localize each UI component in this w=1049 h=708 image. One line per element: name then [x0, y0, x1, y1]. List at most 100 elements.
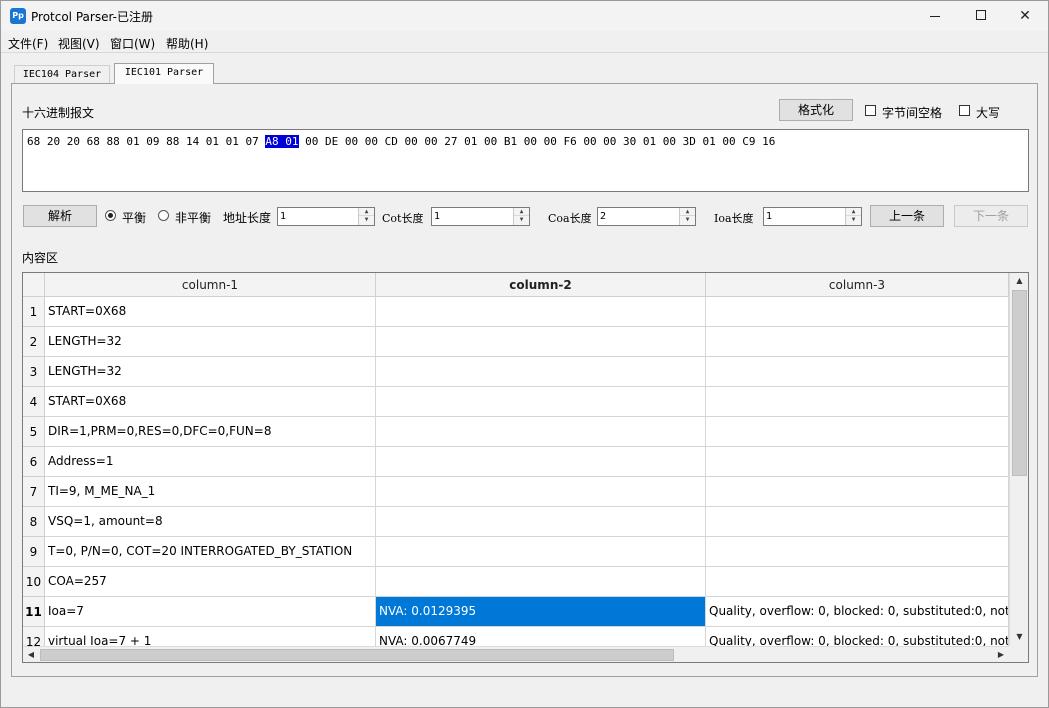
row-header[interactable]: 10 — [23, 567, 45, 597]
format-button[interactable]: 格式化 — [779, 99, 853, 121]
row-header[interactable]: 5 — [23, 417, 45, 447]
spin-down-icon[interactable]: ▼ — [846, 216, 861, 224]
ioa-len-spinbox[interactable]: 1 ▲ ▼ — [763, 207, 862, 226]
row-header[interactable]: 4 — [23, 387, 45, 417]
scroll-up-icon[interactable]: ▲ — [1010, 273, 1028, 289]
spin-down-icon[interactable]: ▼ — [680, 216, 695, 224]
spin-arrows: ▲ ▼ — [679, 208, 695, 225]
table-cell[interactable]: TI=9, M_ME_NA_1 — [45, 477, 376, 507]
vertical-scrollbar[interactable]: ▲ ▼ — [1009, 273, 1028, 646]
table-cell[interactable]: T=0, P/N=0, COT=20 INTERROGATED_BY_STATI… — [45, 537, 376, 567]
table-cell[interactable]: START=0X68 — [45, 297, 376, 327]
next-button[interactable]: 下一条 — [954, 205, 1028, 227]
table-cell[interactable]: LENGTH=32 — [45, 357, 376, 387]
table-cell[interactable] — [376, 477, 706, 507]
table-cell[interactable]: Address=1 — [45, 447, 376, 477]
table-cell[interactable] — [706, 477, 1009, 507]
row-header[interactable]: 1 — [23, 297, 45, 327]
table-cell[interactable] — [376, 357, 706, 387]
table-cell[interactable] — [706, 357, 1009, 387]
column-header-2[interactable]: column-2 — [376, 273, 706, 297]
spin-up-icon[interactable]: ▲ — [359, 208, 374, 216]
table-cell[interactable]: Ioa=7 — [45, 597, 376, 627]
table-cell[interactable] — [376, 387, 706, 417]
unbalanced-radio[interactable] — [158, 210, 169, 221]
horizontal-scroll-thumb[interactable] — [40, 649, 674, 661]
spin-up-icon[interactable]: ▲ — [680, 208, 695, 216]
column-header-3[interactable]: column-3 — [706, 273, 1009, 297]
spin-down-icon[interactable]: ▼ — [514, 216, 529, 224]
menu-help[interactable]: 帮助(H) — [166, 35, 208, 52]
tab-iec104[interactable]: IEC104 Parser — [14, 65, 110, 84]
table-cell[interactable] — [376, 567, 706, 597]
table-cell[interactable] — [376, 537, 706, 567]
balanced-radio[interactable] — [105, 210, 116, 221]
column-header-1[interactable]: column-1 — [45, 273, 376, 297]
row-header[interactable]: 3 — [23, 357, 45, 387]
table-cell[interactable] — [376, 507, 706, 537]
table-cell[interactable] — [706, 387, 1009, 417]
table-cell[interactable] — [376, 327, 706, 357]
prev-button[interactable]: 上一条 — [870, 205, 944, 227]
table-cell[interactable] — [706, 417, 1009, 447]
row-header[interactable]: 6 — [23, 447, 45, 477]
coa-len-spinbox[interactable]: 2 ▲ ▼ — [597, 207, 696, 226]
cot-len-spinbox[interactable]: 1 ▲ ▼ — [431, 207, 530, 226]
maximize-button[interactable] — [958, 1, 1004, 31]
table-cell[interactable] — [376, 417, 706, 447]
minimize-icon — [930, 16, 940, 17]
menu-window[interactable]: 窗口(W) — [110, 35, 155, 52]
spin-arrows: ▲ ▼ — [358, 208, 374, 225]
uppercase-checkbox[interactable] — [959, 105, 970, 116]
coa-len-value: 2 — [600, 211, 607, 222]
row-header[interactable]: 7 — [23, 477, 45, 507]
hex-text-after: 00 DE 00 00 CD 00 00 27 01 00 B1 00 00 F… — [298, 135, 776, 148]
table-cell[interactable]: START=0X68 — [45, 387, 376, 417]
table-cell[interactable] — [706, 507, 1009, 537]
addr-len-spinbox[interactable]: 1 ▲ ▼ — [277, 207, 375, 226]
table-cell[interactable] — [706, 327, 1009, 357]
cot-len-label: Cot长度 — [382, 212, 424, 225]
minimize-button[interactable] — [912, 1, 958, 31]
table-cell[interactable] — [706, 447, 1009, 477]
hex-section-label: 十六进制报文 — [22, 106, 95, 120]
table-cell[interactable] — [706, 567, 1009, 597]
app-window: Pp Protcol Parser-已注册 ✕ 文件(F) 视图(V) 窗口(W… — [0, 0, 1049, 708]
spin-up-icon[interactable]: ▲ — [846, 208, 861, 216]
scroll-down-icon[interactable]: ▼ — [1010, 629, 1028, 645]
table-cell[interactable]: LENGTH=32 — [45, 327, 376, 357]
spin-down-icon[interactable]: ▼ — [359, 216, 374, 224]
addr-len-value: 1 — [280, 211, 287, 222]
window-title: Protcol Parser-已注册 — [31, 10, 153, 24]
maximize-icon — [976, 10, 986, 20]
menu-view[interactable]: 视图(V) — [58, 35, 100, 52]
addr-len-label: 地址长度 — [223, 211, 272, 225]
row-header[interactable]: 8 — [23, 507, 45, 537]
hex-input[interactable]: 68 20 20 68 88 01 09 88 14 01 01 07 A8 0… — [22, 129, 1029, 192]
menu-file[interactable]: 文件(F) — [8, 35, 48, 52]
table-cell[interactable]: COA=257 — [45, 567, 376, 597]
close-button[interactable]: ✕ — [1002, 1, 1048, 31]
table-corner[interactable] — [23, 273, 45, 297]
tab-iec101[interactable]: IEC101 Parser — [114, 63, 214, 84]
table-cell[interactable] — [706, 537, 1009, 567]
row-header[interactable]: 9 — [23, 537, 45, 567]
table-cell[interactable]: Quality, overflow: 0, blocked: 0, substi… — [706, 597, 1009, 627]
app-logo-icon: Pp — [10, 8, 26, 24]
hex-text-selected: A8 01 — [265, 135, 299, 148]
table-cell[interactable] — [376, 297, 706, 327]
table-cell[interactable] — [376, 447, 706, 477]
spin-up-icon[interactable]: ▲ — [514, 208, 529, 216]
horizontal-scrollbar[interactable]: ◀ ▶ — [23, 646, 1009, 662]
byte-space-checkbox[interactable] — [865, 105, 876, 116]
row-header[interactable]: 11 — [23, 597, 45, 627]
scroll-left-icon[interactable]: ◀ — [23, 647, 39, 662]
table-cell[interactable]: NVA: 0.0129395 — [376, 597, 706, 627]
vertical-scroll-thumb[interactable] — [1012, 290, 1027, 476]
table-cell[interactable]: VSQ=1, amount=8 — [45, 507, 376, 537]
table-cell[interactable]: DIR=1,PRM=0,RES=0,DFC=0,FUN=8 — [45, 417, 376, 447]
parse-button[interactable]: 解析 — [23, 205, 97, 227]
scroll-right-icon[interactable]: ▶ — [993, 647, 1009, 662]
row-header[interactable]: 2 — [23, 327, 45, 357]
table-cell[interactable] — [706, 297, 1009, 327]
